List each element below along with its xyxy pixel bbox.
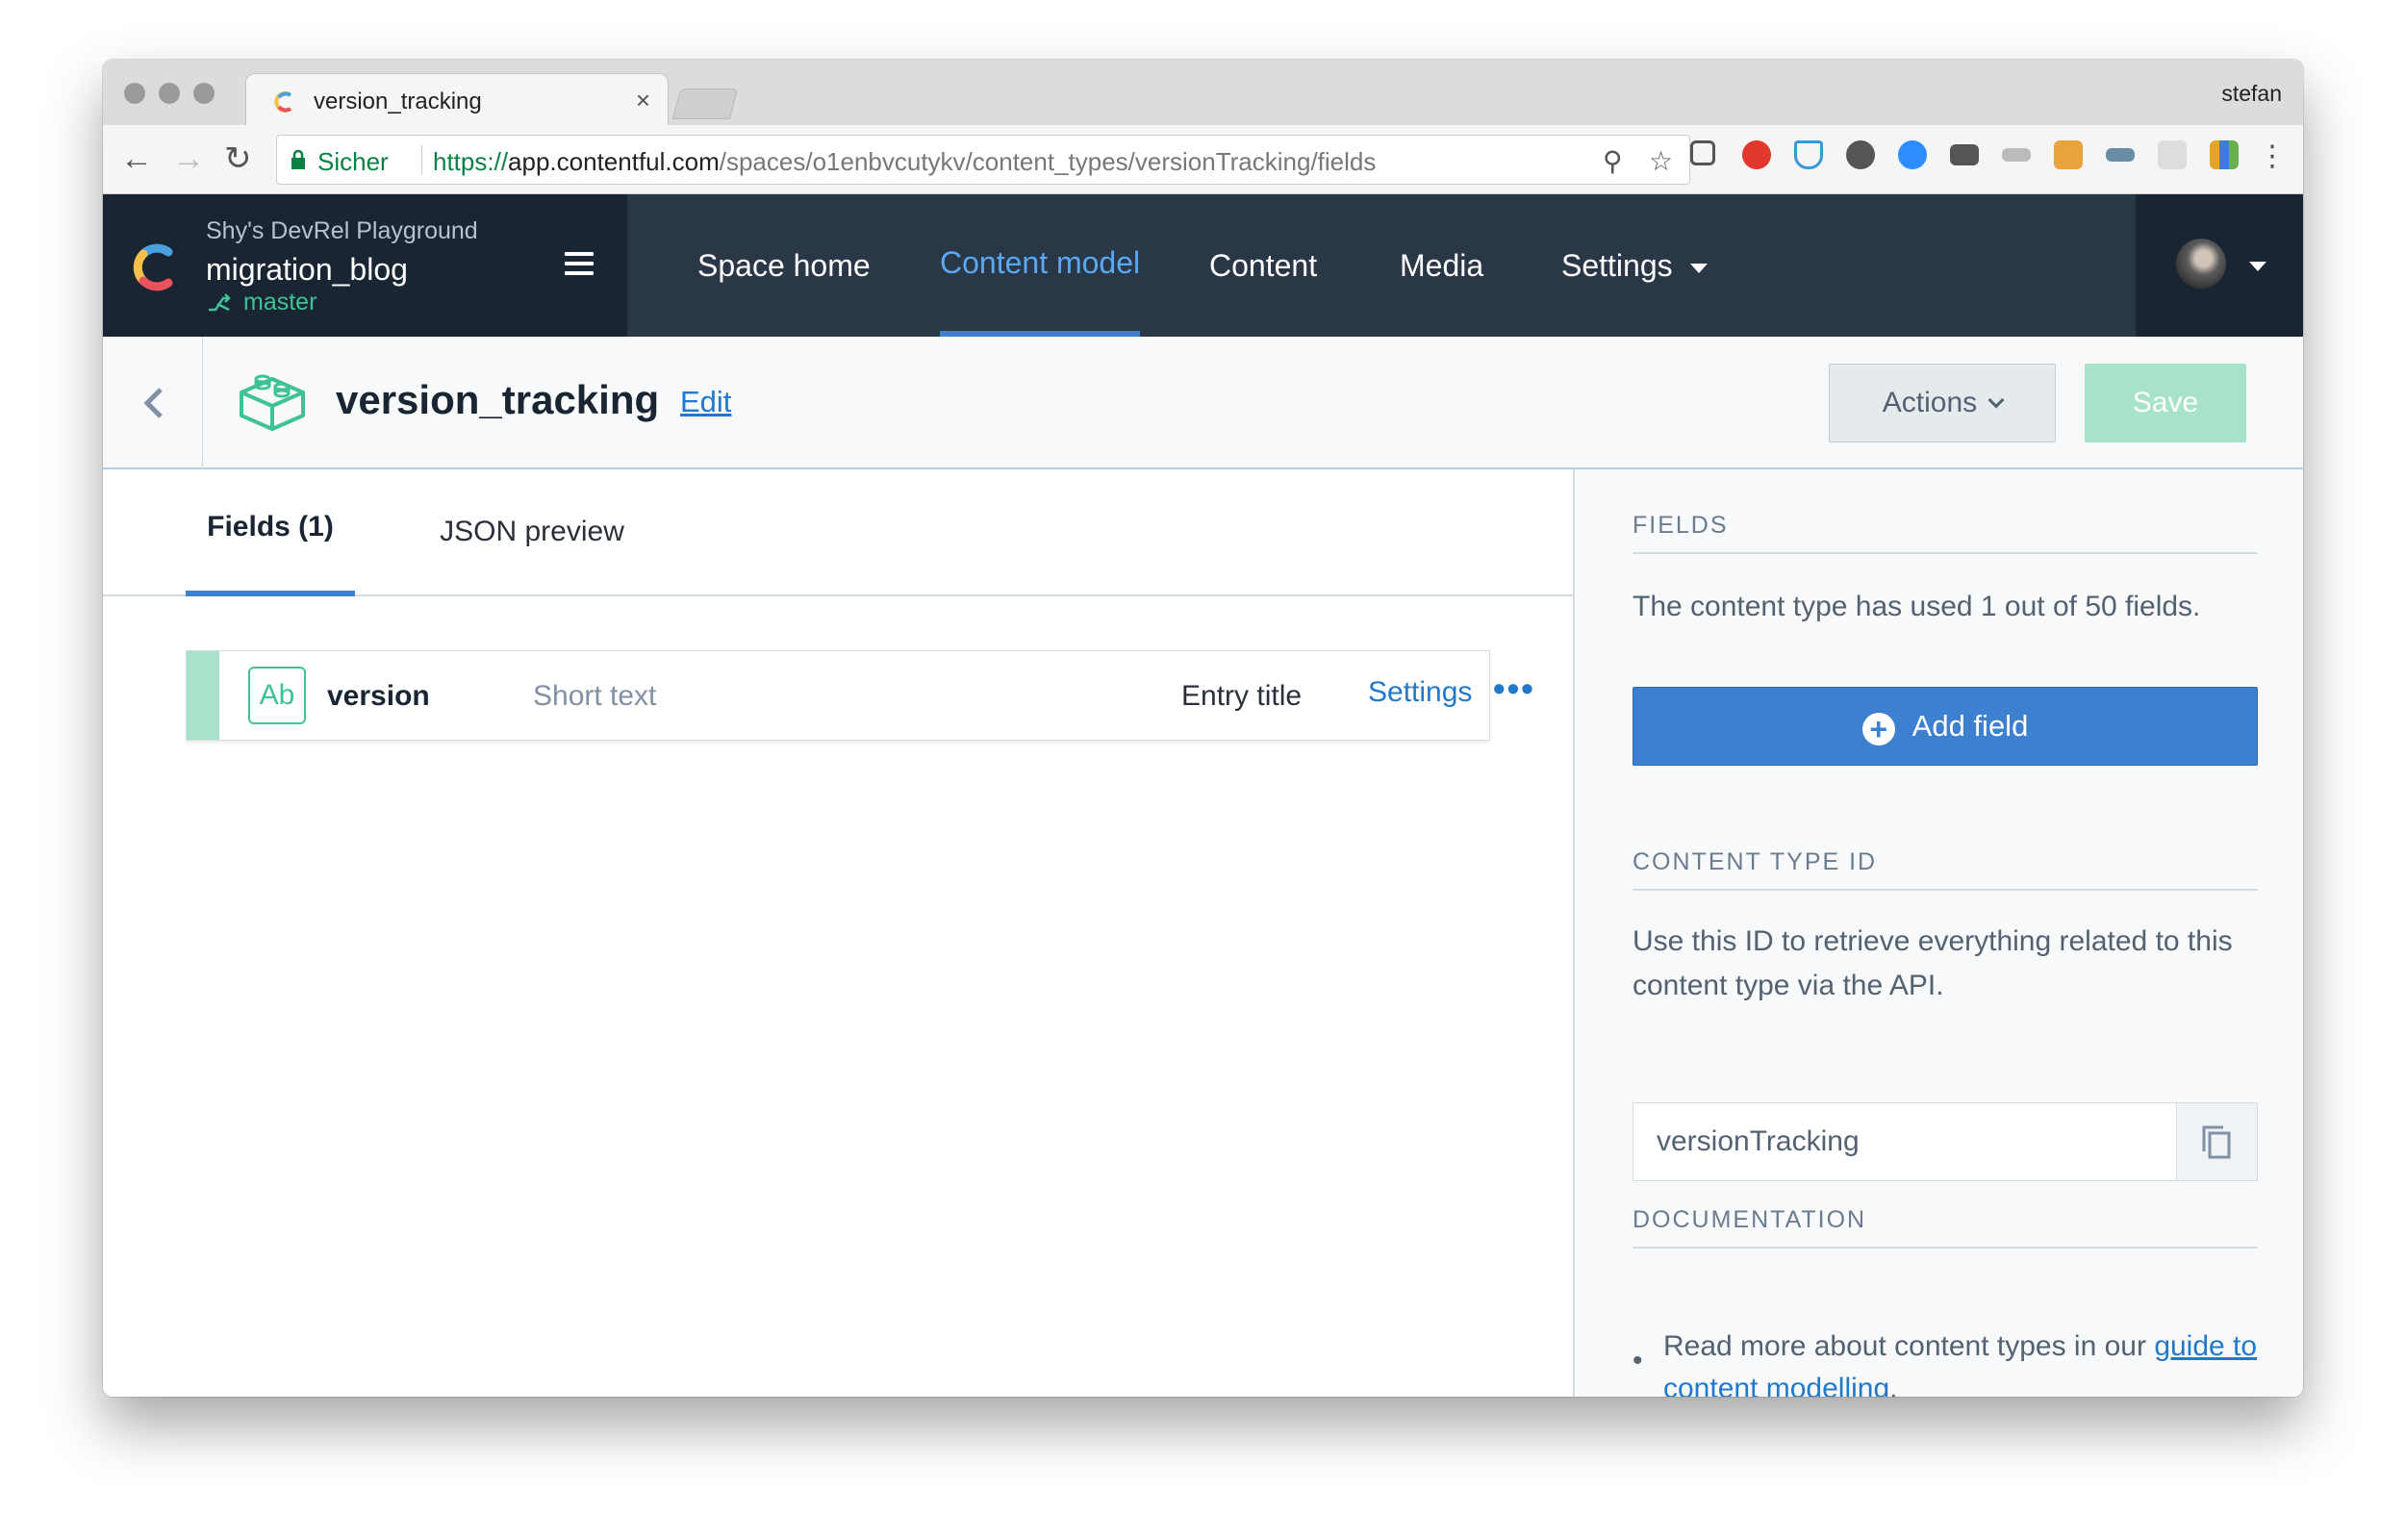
space-switcher[interactable]: Shy's DevRel Playground migration_blog m… <box>103 194 627 337</box>
plus-circle-icon: + <box>1861 713 1895 745</box>
drag-handle[interactable] <box>187 651 219 740</box>
fields-usage-text: The content type has used 1 out of 50 fi… <box>1633 591 2201 622</box>
page-title: version_tracking <box>336 377 660 422</box>
divider <box>1633 1247 2258 1249</box>
tab-fields[interactable]: Fields (1) <box>186 469 355 596</box>
books-extension-icon[interactable] <box>2210 140 2239 169</box>
bullet-icon: • <box>1633 1345 1643 1376</box>
actions-label: Actions <box>1882 387 1978 418</box>
bookmark-star-icon[interactable]: ☆ <box>1649 145 1673 177</box>
chevron-down-icon <box>1987 391 2005 409</box>
save-button[interactable]: Save <box>2085 364 2246 442</box>
cast-extension-icon[interactable] <box>2158 140 2187 169</box>
user-menu-chevron-icon <box>2249 262 2266 271</box>
back-arrow-icon[interactable]: ← <box>120 142 153 175</box>
mail-extension-icon[interactable] <box>1950 144 1979 165</box>
tabs-extension-icon[interactable] <box>1690 140 1715 165</box>
back-button[interactable] <box>103 337 203 469</box>
nav-space-home[interactable]: Space home <box>697 194 871 337</box>
window-minimize-button[interactable] <box>159 83 180 104</box>
window-zoom-button[interactable] <box>193 83 215 104</box>
content-type-id-description: Use this ID to retrieve everything relat… <box>1633 925 2233 1001</box>
content-type-id-heading: CONTENT TYPE ID <box>1633 848 1878 875</box>
circle-extension-icon[interactable] <box>1846 140 1875 169</box>
field-name: version <box>327 680 430 712</box>
tab-close-icon[interactable]: × <box>636 86 650 115</box>
browser-tab-strip: version_tracking × stefan <box>103 60 2303 127</box>
copy-icon <box>2202 1125 2231 1159</box>
nav-settings[interactable]: Settings <box>1561 194 1708 337</box>
environment-branch-icon <box>209 293 231 312</box>
avatar <box>2176 239 2226 289</box>
entry-title-badge: Entry title <box>1181 680 1303 712</box>
browser-tab-title: version_tracking <box>314 88 482 114</box>
add-field-label: Add field <box>1911 709 2029 743</box>
user-menu[interactable] <box>2136 194 2303 337</box>
doc-text-suffix: . <box>1889 1373 1898 1397</box>
hamburger-menu-icon[interactable] <box>565 252 594 275</box>
glasses-extension-icon[interactable] <box>2106 148 2135 162</box>
forward-arrow-icon[interactable]: → <box>172 142 205 175</box>
documentation-heading: DOCUMENTATION <box>1633 1206 1867 1233</box>
copy-button[interactable] <box>2177 1102 2258 1181</box>
tab-json-preview[interactable]: JSON preview <box>422 469 642 596</box>
lock-icon <box>291 149 305 169</box>
url-host: app.contentful.com <box>508 147 720 176</box>
shield-extension-icon[interactable] <box>1794 140 1823 169</box>
nav-media[interactable]: Media <box>1400 194 1483 337</box>
short-text-icon: Ab <box>248 667 306 724</box>
fields-heading: FIELDS <box>1633 512 1729 539</box>
contentful-favicon-icon <box>274 91 292 113</box>
omnibox-divider <box>421 145 422 174</box>
browser-profile-name[interactable]: stefan <box>2221 81 2282 107</box>
contentful-logo-icon <box>133 243 173 291</box>
url-text: https://app.contentful.com/spaces/o1enbv… <box>433 147 1376 177</box>
more-options-icon[interactable]: ••• <box>1493 669 1535 709</box>
browser-menu-icon[interactable]: ⋮ <box>2258 140 2287 173</box>
chevron-down-icon <box>1689 263 1708 273</box>
address-bar[interactable]: Sicher https://app.contentful.com/spaces… <box>276 135 1690 185</box>
content-type-header: version_tracking Edit Actions Save <box>103 337 2303 469</box>
reload-icon[interactable]: ↻ <box>224 142 252 175</box>
zoom-icon[interactable]: ⚲ <box>1603 145 1623 177</box>
sidebar: FIELDS The content type has used 1 out o… <box>1577 469 2303 1397</box>
url-path: /spaces/o1enbvcutykv/content_types/versi… <box>719 147 1377 176</box>
field-row[interactable]: Ab version Short text Entry title Settin… <box>186 650 1533 741</box>
environment-name: master <box>243 289 317 316</box>
edit-link[interactable]: Edit <box>680 385 731 419</box>
zoom-extension-icon[interactable] <box>1898 140 1927 169</box>
field-settings-link[interactable]: Settings <box>1368 676 1472 709</box>
k-extension-icon[interactable] <box>2054 140 2083 169</box>
chevron-left-icon <box>143 388 163 418</box>
url-protocol: https:// <box>433 147 509 176</box>
opera-extension-icon[interactable] <box>1742 140 1771 169</box>
window-close-button[interactable] <box>124 83 145 104</box>
field-type: Short text <box>533 680 657 712</box>
content-type-block-icon <box>240 374 305 431</box>
json-extension-icon[interactable] <box>2002 148 2031 162</box>
doc-text-prefix: Read more about content types in our <box>1663 1330 2155 1362</box>
divider <box>1633 889 2258 891</box>
organization-name: Shy's DevRel Playground <box>206 217 478 244</box>
add-field-button[interactable]: + Add field <box>1633 687 2258 766</box>
app-top-nav: Shy's DevRel Playground migration_blog m… <box>103 194 2303 337</box>
tab-bar: Fields (1) JSON preview <box>103 469 1573 596</box>
documentation-text: Read more about content types in our gui… <box>1663 1325 2260 1397</box>
nav-content[interactable]: Content <box>1209 194 1317 337</box>
browser-tab-active[interactable]: version_tracking × <box>245 73 669 127</box>
secure-label: Sicher <box>317 147 389 176</box>
main-panel: Fields (1) JSON preview Ab version Short… <box>103 469 1575 1397</box>
space-name: migration_blog <box>206 252 408 287</box>
nav-content-model[interactable]: Content model <box>940 194 1141 337</box>
actions-button[interactable]: Actions <box>1829 364 2056 442</box>
browser-window: version_tracking × stefan ← → ↻ Sicher h… <box>103 60 2303 1397</box>
new-tab-button[interactable] <box>671 88 739 119</box>
nav-settings-label: Settings <box>1561 248 1673 283</box>
content-type-id-field[interactable]: versionTracking <box>1633 1102 2177 1181</box>
divider <box>1633 552 2258 554</box>
